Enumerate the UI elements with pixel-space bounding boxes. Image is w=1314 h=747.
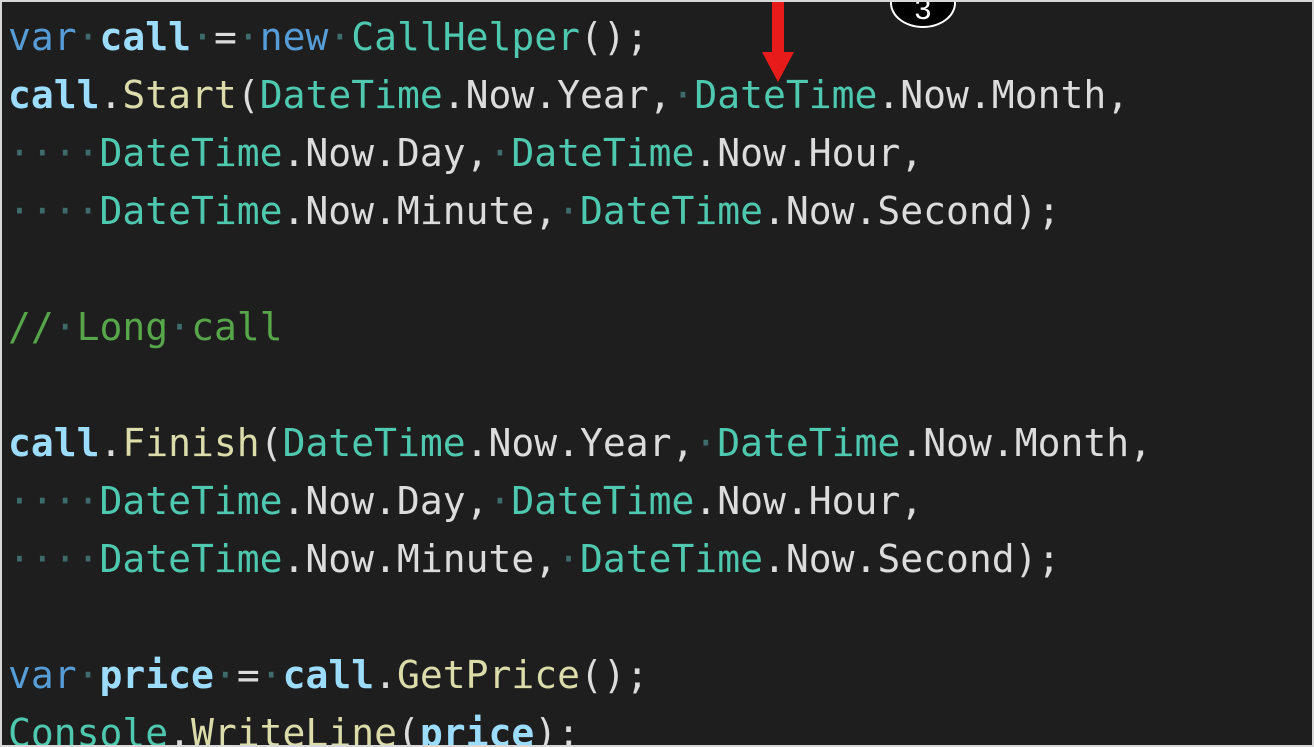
code-token-punct: (); — [580, 653, 649, 697]
code-token-property: .Now.Hour, — [694, 479, 924, 523]
code-token-method: Start — [122, 73, 237, 117]
code-token-ws: · — [76, 15, 100, 59]
code-token-type: DateTime — [511, 479, 695, 523]
code-token-ws: · — [488, 131, 512, 175]
code-token-punct: (); — [580, 15, 649, 59]
code-token-type: DateTime — [511, 131, 695, 175]
code-token-property: .Now.Second); — [763, 189, 1061, 233]
code-line[interactable]: ····DateTime.Now.Minute,·DateTime.Now.Se… — [8, 530, 1152, 588]
code-token-keyword: new — [259, 15, 329, 59]
code-token-ws: · — [236, 15, 260, 59]
code-token-variable: call — [8, 73, 100, 117]
annotation-arrow-icon — [762, 2, 794, 82]
code-line[interactable] — [8, 588, 1152, 646]
code-token-type: DateTime — [99, 479, 283, 523]
code-token-type: DateTime — [99, 537, 283, 581]
code-token-type: DateTime — [99, 131, 283, 175]
code-token-variable: price — [419, 711, 535, 747]
code-token-property: .Now.Minute, — [282, 189, 558, 233]
code-line[interactable]: call.Start(DateTime.Now.Year,·DateTime.N… — [8, 66, 1152, 124]
code-token-punct: = — [213, 15, 237, 59]
code-token-ws: · — [671, 73, 695, 117]
code-token-variable: call — [8, 421, 100, 465]
code-token-property: .Now.Day, — [282, 131, 489, 175]
code-token-ws: · — [168, 305, 192, 349]
code-token-ws: · — [259, 653, 283, 697]
code-token-ws: ···· — [8, 479, 100, 523]
code-token-punct: ( — [396, 711, 420, 747]
code-token-property: .Now.Day, — [282, 479, 489, 523]
code-token-ws: · — [53, 305, 77, 349]
code-token-ws: · — [213, 653, 237, 697]
code-token-property: .Now.Month, — [900, 421, 1152, 465]
code-token-comment: // — [8, 305, 54, 349]
code-token-method: GetPrice — [397, 653, 581, 697]
code-token-property: .Now.Minute, — [282, 537, 558, 581]
code-line[interactable]: ····DateTime.Now.Day,·DateTime.Now.Hour, — [8, 124, 1152, 182]
code-line[interactable]: ····DateTime.Now.Day,·DateTime.Now.Hour, — [8, 472, 1152, 530]
code-token-comment: call — [191, 305, 283, 349]
code-token-type: DateTime — [717, 421, 901, 465]
code-token-method: Finish — [122, 421, 260, 465]
code-line[interactable] — [8, 240, 1152, 298]
code-token-variable: call — [282, 653, 375, 697]
code-token-property: .Now.Second); — [763, 537, 1061, 581]
code-token-punct: . — [374, 653, 397, 697]
code-token-ws: ···· — [8, 131, 100, 175]
code-token-punct: ( — [236, 73, 260, 117]
code-token-property: .Now.Month, — [877, 73, 1130, 117]
code-area[interactable]: var·call·=·new·CallHelper(); call.Start(D… — [8, 8, 1152, 747]
code-token-property: .Now.Hour, — [694, 131, 924, 175]
code-line[interactable]: Console.WriteLine(price); — [8, 704, 1152, 747]
code-token-type: Console — [8, 711, 169, 747]
code-token-ws: · — [191, 15, 214, 59]
code-line[interactable] — [8, 356, 1152, 414]
code-token-punct: . — [99, 421, 123, 465]
code-token-ws: ···· — [8, 189, 100, 233]
code-token-type: DateTime — [579, 189, 764, 233]
code-token-ws: · — [557, 537, 580, 581]
code-token-variable: price — [99, 653, 214, 697]
code-token-ws: · — [328, 15, 352, 59]
code-token-ws: · — [488, 479, 512, 523]
code-token-punct: . — [168, 711, 192, 747]
code-token-type: DateTime — [99, 189, 283, 233]
code-token-punct: ); — [534, 711, 580, 747]
code-token-punct: = — [236, 653, 260, 697]
code-token-keyword: var — [8, 653, 77, 697]
code-token-type: DateTime — [282, 421, 466, 465]
code-token-variable: call — [99, 15, 192, 59]
code-line[interactable]: //·Long·call — [8, 298, 1152, 356]
code-line[interactable]: var·call·=·new·CallHelper(); — [8, 8, 1152, 66]
code-token-property: .Now.Year, — [442, 73, 672, 117]
code-token-method: WriteLine — [191, 711, 397, 747]
code-token-ws: ···· — [8, 537, 100, 581]
code-token-keyword: var — [8, 15, 77, 59]
code-token-ws: · — [694, 421, 718, 465]
code-token-type: DateTime — [579, 537, 764, 581]
code-line[interactable]: var·price·=·call.GetPrice(); — [8, 646, 1152, 704]
code-token-type: DateTime — [259, 73, 443, 117]
code-token-property: .Now.Year, — [465, 421, 695, 465]
code-editor[interactable]: var·call·=·new·CallHelper(); call.Start(D… — [0, 0, 1314, 747]
code-line[interactable]: call.Finish(DateTime.Now.Year,·DateTime.… — [8, 414, 1152, 472]
code-line[interactable]: ····DateTime.Now.Minute,·DateTime.Now.Se… — [8, 182, 1152, 240]
code-token-ws: · — [76, 653, 100, 697]
code-token-punct: ( — [259, 421, 283, 465]
code-token-punct: . — [99, 73, 123, 117]
code-token-comment: Long — [76, 305, 169, 349]
code-token-type: CallHelper — [351, 15, 581, 59]
code-token-ws: · — [557, 189, 580, 233]
